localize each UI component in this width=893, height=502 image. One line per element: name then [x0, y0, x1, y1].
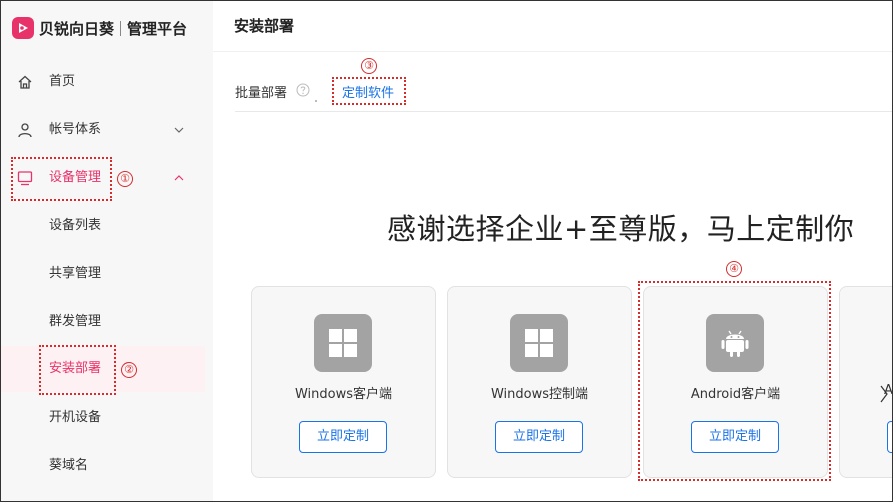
brand-name: 贝锐向日葵 — [39, 19, 115, 38]
help-icon[interactable] — [296, 83, 310, 97]
brand-logo[interactable]: 贝锐向日葵 管理平台 — [12, 16, 187, 40]
tab-batch-deploy[interactable]: 批量部署 — [235, 82, 287, 101]
sidebar-subitem-label: 共享管理 — [49, 266, 102, 281]
sunflower-logo-icon — [12, 17, 34, 39]
sidebar-subitem-boot-devices[interactable]: 开机设备 — [0, 398, 205, 438]
tab-separator-dot — [315, 100, 317, 102]
sidebar-subitem-install-deploy[interactable]: 安装部署 — [0, 346, 205, 392]
windows-icon — [314, 314, 372, 372]
card-title: Windows客户端 — [294, 387, 393, 402]
sidebar-subitem-label: 葵域名 — [49, 458, 89, 473]
scroll-indicator-icon — [880, 385, 888, 403]
sidebar-subitem-label: 安装部署 — [49, 361, 102, 376]
card-windows-controller: Windows控制端 立即定制 — [447, 286, 632, 478]
chevron-down-icon — [174, 127, 184, 133]
customize-windows-controller-button[interactable]: 立即定制 — [495, 421, 583, 453]
annotation-number-1: ① — [117, 171, 133, 187]
sidebar-item-label: 首页 — [49, 74, 76, 89]
promo-headline: 感谢选择企业+至尊版，马上定制你 — [387, 212, 855, 246]
sidebar-item-home[interactable]: 首页 — [0, 62, 213, 102]
sidebar-subitem-label: 设备列表 — [49, 218, 102, 233]
windows-icon — [510, 314, 568, 372]
android-icon — [706, 314, 764, 372]
card-android-client: Android客户端 立即定制 — [643, 286, 828, 478]
sidebar-subitem-label: 开机设备 — [49, 410, 102, 425]
sidebar-subitem-domain[interactable]: 葵域名 — [0, 446, 205, 486]
sidebar: 贝锐向日葵 管理平台 首页 帐号体系 设备管理 设备列表 共享管理 群发管理 安… — [0, 0, 213, 502]
chevron-up-icon — [174, 175, 184, 181]
home-icon — [18, 75, 32, 89]
brand-separator — [120, 20, 122, 36]
annotation-number-3: ③ — [361, 58, 377, 74]
annotation-number-4: ④ — [726, 261, 742, 277]
sidebar-item-label: 设备管理 — [49, 170, 102, 185]
customize-windows-client-button[interactable]: 立即定制 — [299, 421, 387, 453]
monitor-icon — [17, 171, 33, 186]
sidebar-subitem-label: 群发管理 — [49, 314, 102, 329]
card-title: Android客户端 — [690, 387, 781, 402]
tab-custom-software[interactable]: 定制软件 — [342, 82, 394, 101]
sidebar-subitem-broadcast-management[interactable]: 群发管理 — [0, 302, 205, 342]
sidebar-item-label: 帐号体系 — [49, 122, 102, 137]
sidebar-item-account[interactable]: 帐号体系 — [0, 110, 213, 150]
annotation-number-2: ② — [121, 362, 137, 378]
card-partial-next: A — [839, 286, 893, 478]
sidebar-subitem-device-list[interactable]: 设备列表 — [0, 206, 205, 246]
customize-android-client-button[interactable]: 立即定制 — [691, 421, 779, 453]
tab-bar: 批量部署 定制软件 — [235, 72, 893, 112]
customize-partial-button[interactable] — [887, 421, 893, 453]
sidebar-item-device-management[interactable]: 设备管理 — [0, 158, 213, 198]
sidebar-subitem-share-management[interactable]: 共享管理 — [0, 254, 205, 294]
card-title: Windows控制端 — [490, 387, 589, 402]
brand-subtitle: 管理平台 — [127, 19, 188, 38]
user-icon — [18, 123, 32, 138]
page-title: 安装部署 — [234, 17, 295, 35]
card-windows-client: Windows客户端 立即定制 — [251, 286, 436, 478]
page-header: 安装部署 — [213, 0, 893, 52]
